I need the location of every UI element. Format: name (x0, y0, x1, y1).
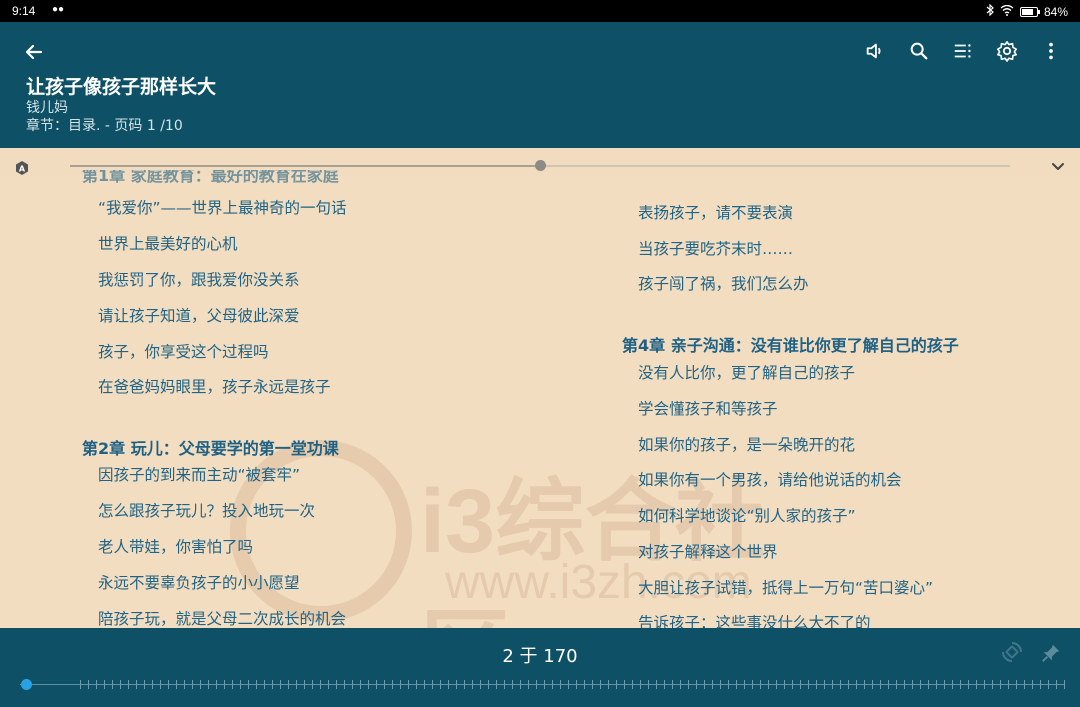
bluetooth-icon (986, 3, 994, 19)
book-title: 让孩子像孩子那样长大 (26, 76, 217, 98)
toc-item[interactable]: 当孩子要吃芥末时…… (638, 237, 793, 259)
toc-chapter-heading[interactable]: 第1章 家庭教育：最好的教育在家庭 (82, 170, 339, 186)
toc-item[interactable]: 没有人比你，更了解自己的孩子 (638, 361, 855, 383)
toc-item[interactable]: “我爱你”——世界上最神奇的一句话 (98, 196, 347, 218)
page-counter: 2 于 170 (502, 646, 578, 667)
toc-item[interactable]: 如何科学地谈论“别人家的孩子” (638, 504, 856, 526)
toc-item[interactable]: 陪孩子玩，就是父母二次成长的机会 (98, 607, 346, 628)
auto-rotate-icon[interactable] (1000, 640, 1024, 664)
page-content[interactable]: i3综合社区 www.i3zh.com 第1章 家庭教育：最好的教育在家庭 “我… (0, 170, 1080, 628)
battery-icon (1019, 6, 1040, 17)
gear-icon[interactable] (994, 38, 1020, 64)
status-time: 9:14 (12, 4, 36, 18)
toc-item[interactable]: 如果你有一个男孩，请给他说话的机会 (638, 468, 902, 490)
status-right: 84% (986, 3, 1068, 19)
toc-item[interactable]: 孩子闯了祸，我们怎么办 (638, 272, 809, 294)
toc-chapter-heading[interactable]: 第2章 玩儿：父母要学的第一堂功课 (82, 435, 339, 459)
toc-item[interactable]: 学会懂孩子和等孩子 (638, 397, 778, 419)
reader-header: 让孩子像孩子那样长大 钱儿妈 章节：目录. - 页码 1 /10 (0, 22, 1080, 148)
toc-item[interactable]: 老人带娃，你害怕了吗 (98, 535, 253, 557)
chapter-info: 章节：目录. - 页码 1 /10 (26, 118, 183, 134)
toc-item[interactable]: 如果你的孩子，是一朵晚开的花 (638, 433, 855, 455)
page-navigation-bar: 2 于 170 (0, 628, 1080, 707)
page-slider-ticks (80, 680, 1065, 689)
search-icon[interactable] (906, 38, 932, 64)
wifi-icon (1000, 4, 1014, 19)
toc-item[interactable]: 对孩子解释这个世界 (638, 540, 778, 562)
page-slider-thumb[interactable] (21, 679, 33, 690)
more-vert-icon[interactable] (1038, 38, 1064, 64)
toc-list-icon[interactable] (950, 38, 976, 64)
toc-item[interactable]: 永远不要辜负孩子的小小愿望 (98, 571, 300, 593)
pin-icon[interactable] (1040, 642, 1062, 664)
chat-notification-icon: ●● (52, 4, 65, 15)
back-arrow-icon[interactable] (22, 40, 46, 64)
toc-item[interactable]: 怎么跟孩子玩儿？投入地玩一次 (98, 499, 315, 521)
toc-item[interactable]: 因孩子的到来而主动“被套牢” (98, 463, 300, 485)
speaker-icon[interactable] (862, 38, 888, 64)
battery-percent: 84% (1043, 4, 1068, 19)
toc-chapter-heading[interactable]: 第4章 亲子沟通：没有谁比你更了解自己的孩子 (622, 332, 959, 356)
toc-item[interactable]: 我惩罚了你，跟我爱你没关系 (98, 268, 300, 290)
toc-item[interactable]: 请让孩子知道，父母彼此深爱 (98, 304, 300, 326)
status-bar: 9:14 ●● 84% (0, 0, 1080, 22)
header-actions (862, 38, 1064, 64)
toc-item[interactable]: 告诉孩子：这些事没什么大不了的 (638, 611, 871, 628)
toc-item[interactable]: 大胆让孩子试错，抵得上一万句“苦口婆心” (638, 576, 933, 598)
toc-item[interactable]: 在爸爸妈妈眼里，孩子永远是孩子 (98, 375, 331, 397)
toc-item[interactable]: 世界上最美好的心机 (98, 232, 238, 254)
toc-item[interactable]: 孩子，你享受这个过程吗 (98, 340, 269, 362)
toc-item[interactable]: 表扬孩子，请不要表演 (638, 201, 793, 223)
book-author: 钱儿妈 (26, 100, 68, 116)
